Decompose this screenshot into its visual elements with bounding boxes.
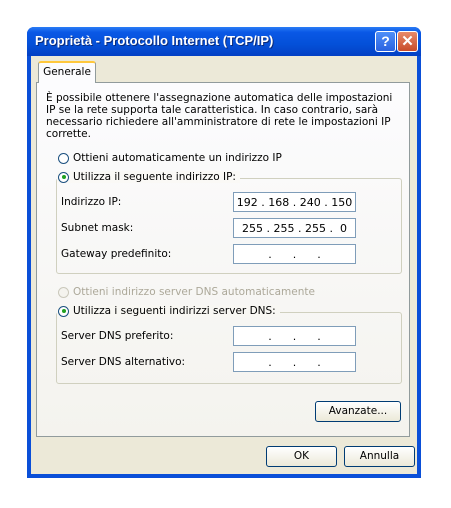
gateway-label: Gateway predefinito: (61, 248, 172, 260)
description-text: È possibile ottenere l'assegnazione auto… (46, 92, 393, 140)
cancel-button[interactable]: Annulla (344, 446, 415, 467)
ip-address-input[interactable]: 192 . 168 . 240 . 150 (233, 192, 356, 212)
preferred-dns-input[interactable]: . . . (233, 326, 356, 346)
dns-manual-label: Utilizza i seguenti indirizzi server DNS… (73, 305, 276, 317)
ip-manual-option[interactable]: Utilizza il seguente indirizzo IP: (57, 171, 240, 183)
alternate-dns-label: Server DNS alternativo: (61, 356, 186, 368)
ip-address-label: Indirizzo IP: (61, 196, 122, 208)
dns-group-box (56, 312, 402, 384)
ok-button[interactable]: OK (266, 446, 337, 467)
subnet-mask-label: Subnet mask: (61, 222, 134, 234)
ip-manual-radio[interactable] (58, 171, 69, 183)
ip-auto-radio[interactable] (58, 152, 69, 164)
tab-panel-generale: È possibile ottenere l'assegnazione auto… (36, 82, 410, 437)
close-button[interactable]: ✕ (397, 31, 418, 52)
dns-manual-option[interactable]: Utilizza i seguenti indirizzi server DNS… (57, 305, 280, 317)
advanced-button[interactable]: Avanzate... (315, 401, 401, 422)
dns-auto-label: Ottieni indirizzo server DNS automaticam… (73, 286, 315, 298)
subnet-mask-input[interactable]: 255 . 255 . 255 . 0 (233, 218, 356, 238)
preferred-dns-label: Server DNS preferito: (61, 330, 174, 342)
tab-generale[interactable]: Generale (38, 61, 96, 83)
dialog-client-area: Generale È possibile ottenere l'assegnaz… (31, 56, 417, 474)
ip-manual-label: Utilizza il seguente indirizzo IP: (73, 171, 236, 183)
gateway-input[interactable]: . . . (233, 244, 356, 264)
alternate-dns-input[interactable]: . . . (233, 352, 356, 372)
ip-auto-option[interactable]: Ottieni automaticamente un indirizzo IP (58, 152, 282, 164)
properties-dialog: Proprietà - Protocollo Internet (TCP/IP)… (27, 27, 421, 478)
help-button[interactable]: ? (375, 31, 396, 52)
title-bar[interactable]: Proprietà - Protocollo Internet (TCP/IP)… (27, 27, 421, 56)
dns-auto-option[interactable]: Ottieni indirizzo server DNS automaticam… (58, 286, 315, 298)
ip-auto-label: Ottieni automaticamente un indirizzo IP (73, 152, 282, 164)
dns-manual-radio[interactable] (58, 305, 69, 317)
dns-auto-radio[interactable] (58, 286, 69, 298)
dialog-title: Proprietà - Protocollo Internet (TCP/IP) (35, 33, 274, 48)
